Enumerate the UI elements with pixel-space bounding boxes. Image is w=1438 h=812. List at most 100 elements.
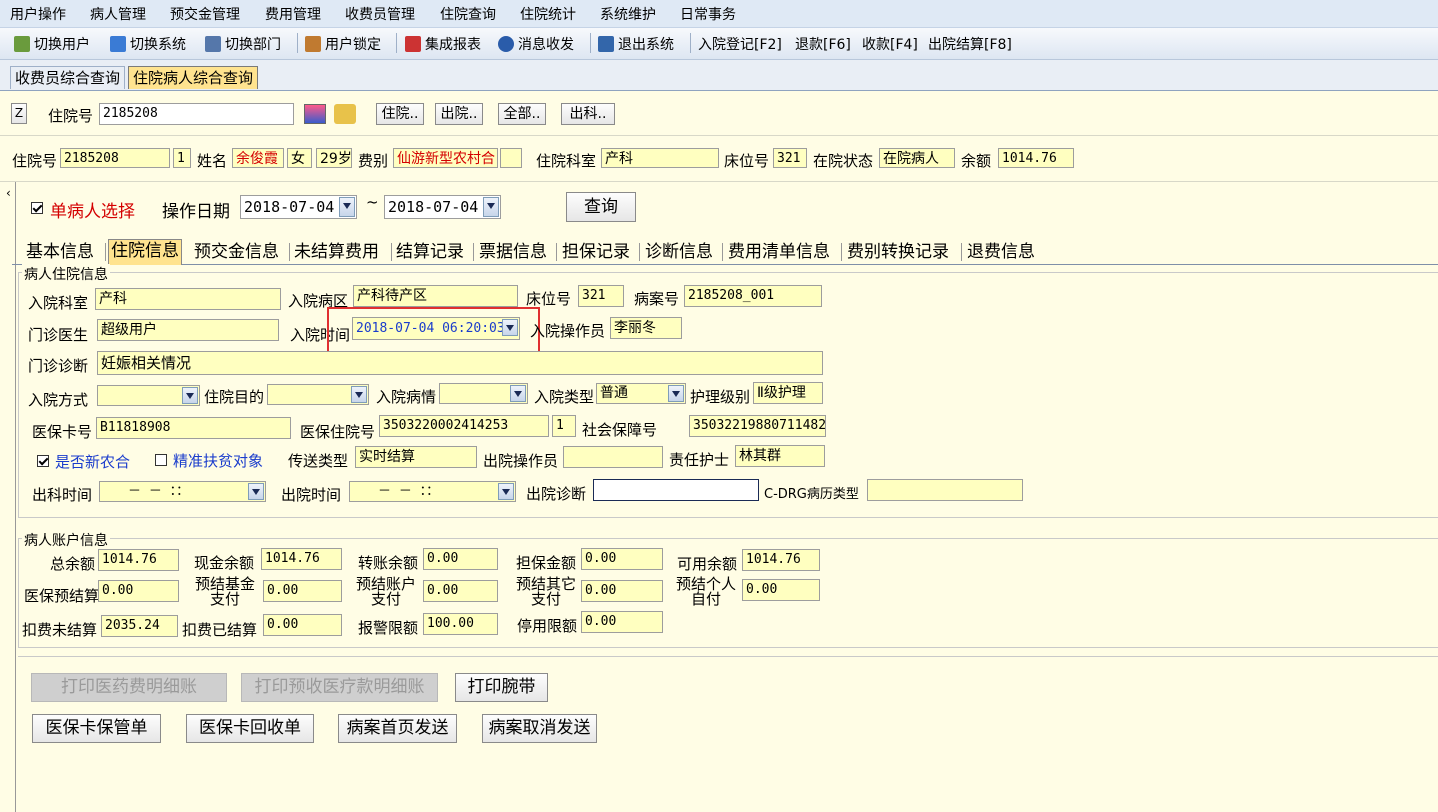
chevron-down-icon[interactable] — [498, 483, 514, 500]
tab-fee-list-info[interactable]: 费用清单信息 — [726, 241, 832, 263]
chevron-down-icon[interactable] — [668, 385, 684, 402]
integrated-report-button[interactable]: 集成报表 — [405, 34, 481, 54]
patient-id-label: 住院号 — [12, 152, 58, 170]
single-patient-checkbox[interactable] — [31, 202, 43, 214]
adm-type-select[interactable]: 普通 — [596, 383, 686, 404]
menu-user-ops[interactable]: 用户操作 — [10, 4, 66, 24]
broom-icon[interactable] — [334, 104, 356, 124]
single-patient-label: 单病人选择 — [50, 202, 135, 222]
menu-cashier-mgmt[interactable]: 收费员管理 — [345, 4, 415, 24]
status-label: 在院状态 — [813, 152, 874, 170]
discharge-settle-button[interactable]: 出院结算[F8] — [928, 34, 1012, 54]
menu-inpatient-query[interactable]: 住院查询 — [440, 4, 496, 24]
patient-count-field: 1 — [173, 148, 191, 168]
case-cancel-send-button[interactable]: 病案取消发送 — [482, 714, 597, 743]
all-button[interactable]: 全部.. — [498, 103, 546, 125]
condition-select[interactable] — [439, 383, 528, 404]
chevron-down-icon[interactable] — [483, 197, 499, 217]
cash-balance-field: 1014.76 — [261, 548, 342, 570]
outpatient-diag-label: 门诊诊断 — [28, 357, 89, 375]
settled-field: 0.00 — [263, 614, 342, 636]
z-button[interactable]: Z — [11, 103, 27, 124]
discharged-button[interactable]: 出院.. — [435, 103, 483, 125]
admission-reg-button[interactable]: 入院登记[F2] — [698, 34, 782, 54]
ins-card-recycle-button[interactable]: 医保卡回收单 — [186, 714, 314, 743]
tab-cashier-query[interactable]: 收费员综合查询 — [10, 66, 126, 89]
info-icon — [498, 36, 514, 52]
cdrg-field — [867, 479, 1023, 501]
menu-patient-mgmt[interactable]: 病人管理 — [90, 4, 146, 24]
discharge-diag-input[interactable] — [593, 479, 759, 501]
user-lock-button[interactable]: 用户锁定 — [305, 34, 381, 54]
menu-daily-affairs[interactable]: 日常事务 — [680, 4, 736, 24]
out-dept-time-picker[interactable]: － － ：： — [99, 481, 266, 502]
chevron-down-icon[interactable] — [351, 386, 367, 403]
chevron-down-icon[interactable] — [510, 385, 526, 402]
tab-inpatient-query[interactable]: 住院病人综合查询 — [128, 66, 259, 89]
switch-system-button[interactable]: 切换系统 — [110, 34, 186, 54]
balance-label: 余额 — [961, 152, 992, 170]
date-to-value: 2018-07-04 — [388, 198, 479, 216]
toolbar: 切换用户 切换系统 切换部门 用户锁定 集成报表 消息收发 退出系统 入院登记[… — [0, 28, 1438, 60]
inhosp-button[interactable]: 住院.. — [376, 103, 424, 125]
date-from-picker[interactable]: 2018-07-04 — [240, 195, 357, 219]
tab-refund-info[interactable]: 退费信息 — [965, 241, 1037, 263]
tab-basic-info[interactable]: 基本信息 — [24, 241, 96, 263]
tab-unsettled-fees[interactable]: 未结算费用 — [292, 241, 381, 263]
fee-type-field: 仙游新型农村合 — [393, 148, 498, 168]
purpose-select[interactable] — [267, 384, 369, 405]
section-tabs: 基本信息 住院信息 预交金信息 未结算费用 结算记录 票据信息 担保记录 诊断信… — [12, 239, 1438, 265]
collect-button[interactable]: 收款[F4] — [862, 34, 918, 54]
chevron-down-icon[interactable] — [339, 197, 355, 217]
collapse-arrow-icon[interactable]: ‹ — [6, 186, 11, 200]
date-from-value: 2018-07-04 — [244, 198, 335, 216]
toolbar-separator — [297, 33, 298, 53]
toolbar-separator — [396, 33, 397, 53]
condition-label: 入院病情 — [376, 388, 437, 406]
ncms-checkbox[interactable] — [37, 455, 49, 467]
tab-receipt-info[interactable]: 票据信息 — [477, 241, 549, 263]
refund-button[interactable]: 退款[F6] — [795, 34, 851, 54]
menu-inpatient-stats[interactable]: 住院统计 — [520, 4, 576, 24]
stop-limit-field: 0.00 — [581, 611, 663, 633]
switch-dept-button[interactable]: 切换部门 — [205, 34, 281, 54]
search-id-input[interactable]: 2185208 — [99, 103, 294, 125]
menu-system-maint[interactable]: 系统维护 — [600, 4, 656, 24]
document-tabs: 收费员综合查询 住院病人综合查询 — [0, 60, 1438, 91]
tab-inpatient-info[interactable]: 住院信息 — [108, 239, 182, 265]
chevron-down-icon[interactable] — [248, 483, 264, 500]
chevron-down-icon[interactable] — [182, 387, 198, 404]
card-reader-icon[interactable] — [304, 104, 326, 124]
switch-user-button[interactable]: 切换用户 — [14, 34, 90, 54]
poverty-label: 精准扶贫对象 — [173, 452, 264, 470]
tab-settlement-records[interactable]: 结算记录 — [394, 241, 466, 263]
transfer-balance-label: 转账余额 — [358, 554, 419, 572]
adm-operator-label: 入院操作员 — [530, 322, 606, 340]
case-first-page-send-button[interactable]: 病案首页发送 — [338, 714, 457, 743]
tab-prepay-info[interactable]: 预交金信息 — [192, 241, 281, 263]
switch-icon — [110, 36, 126, 52]
tab-guarantee-records[interactable]: 担保记录 — [560, 241, 632, 263]
out-dept-button[interactable]: 出科.. — [561, 103, 615, 125]
discharge-operator-label: 出院操作员 — [483, 452, 559, 470]
collapse-strip[interactable] — [5, 182, 16, 812]
print-prepay-detail-button[interactable]: 打印预收医疗款明细账 — [241, 673, 438, 702]
messages-button[interactable]: 消息收发 — [498, 34, 574, 54]
tab-fee-type-change[interactable]: 费别转换记录 — [845, 241, 951, 263]
menu-prepay-mgmt[interactable]: 预交金管理 — [170, 4, 240, 24]
report-icon — [405, 36, 421, 52]
print-drug-detail-button[interactable]: 打印医药费明细账 — [31, 673, 227, 702]
ncms-label: 是否新农合 — [55, 453, 131, 471]
menu-fee-mgmt[interactable]: 费用管理 — [265, 4, 321, 24]
tab-diagnosis-info[interactable]: 诊断信息 — [643, 241, 715, 263]
users-icon — [14, 36, 30, 52]
query-button[interactable]: 查询 — [566, 192, 636, 222]
print-wristband-button[interactable]: 打印腕带 — [455, 673, 548, 702]
exit-system-button[interactable]: 退出系统 — [598, 34, 674, 54]
ins-card-keep-button[interactable]: 医保卡保管单 — [32, 714, 161, 743]
date-to-picker[interactable]: 2018-07-04 — [384, 195, 501, 219]
discharge-time-picker[interactable]: － － ：： — [349, 481, 516, 502]
poverty-checkbox[interactable] — [155, 454, 167, 466]
ins-card-field: B11818908 — [96, 417, 291, 439]
adm-method-select[interactable] — [97, 385, 200, 406]
